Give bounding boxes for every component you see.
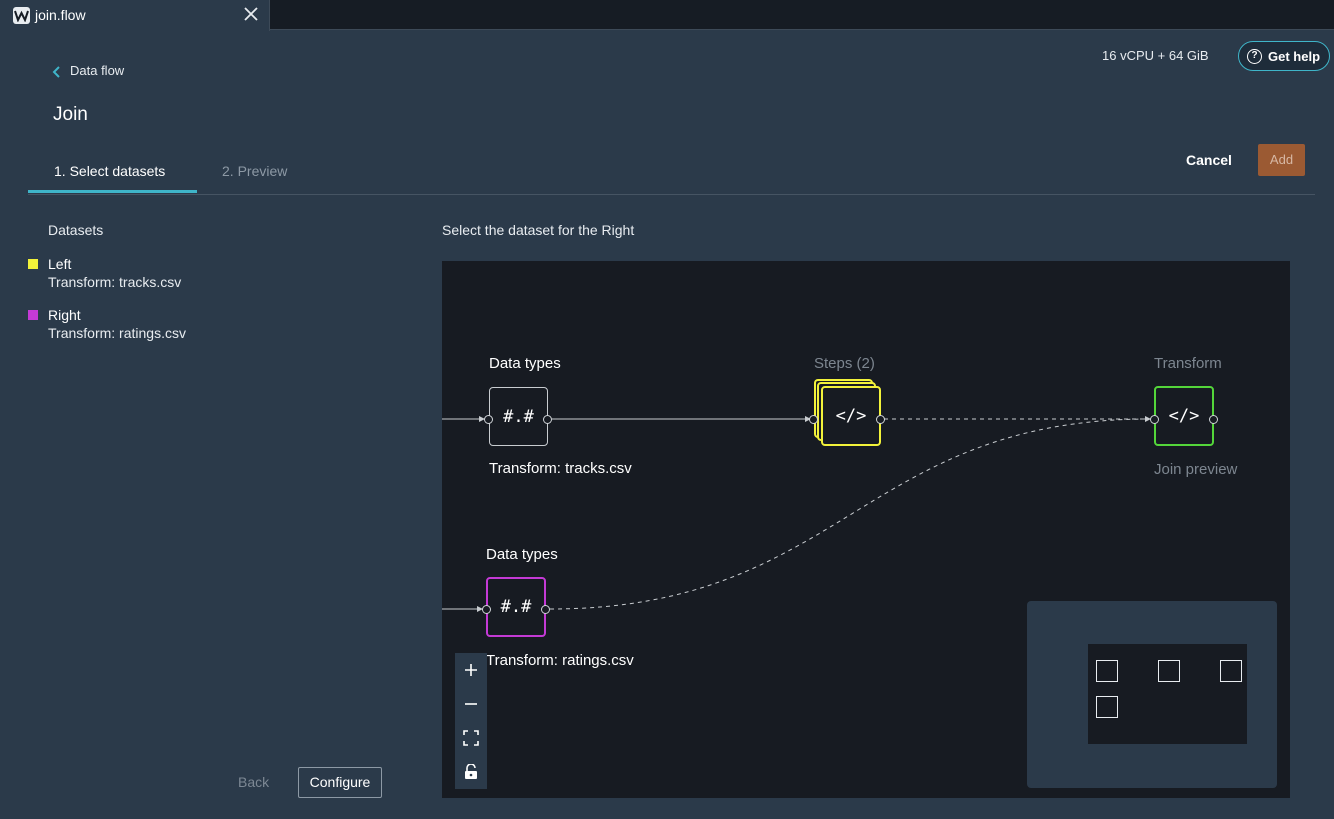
minimap-node <box>1158 660 1180 682</box>
input-port[interactable] <box>482 605 491 614</box>
back-link-label: Data flow <box>70 63 125 78</box>
input-port[interactable] <box>809 415 818 424</box>
fit-view-button[interactable] <box>455 721 487 755</box>
left-color-swatch <box>28 259 38 269</box>
file-tab[interactable]: join.flow <box>0 0 270 31</box>
output-port[interactable] <box>876 415 885 424</box>
canvas-caption: Select the dataset for the Right <box>442 222 635 238</box>
steps-node[interactable]: </> <box>821 386 881 446</box>
zoom-controls <box>455 653 487 789</box>
dataset-name: Right <box>48 307 81 323</box>
dataset-name: Left <box>48 256 72 272</box>
zoom-in-button[interactable] <box>455 653 487 687</box>
data-wrangler-logo-icon <box>13 7 30 24</box>
data-types-glyph: #.# <box>503 406 534 427</box>
minimap-node <box>1096 660 1118 682</box>
tab-preview[interactable]: 2. Preview <box>222 163 287 179</box>
code-icon: </> <box>1168 406 1200 426</box>
page-title: Join <box>53 104 88 125</box>
configure-button[interactable]: Configure <box>298 767 382 798</box>
get-help-button[interactable]: ? Get help <box>1238 41 1330 71</box>
unlock-icon <box>465 764 477 779</box>
tab-bar: join.flow <box>0 0 1334 31</box>
minimap[interactable] <box>1027 601 1277 788</box>
get-help-label: Get help <box>1268 49 1321 64</box>
transform-node[interactable]: </> <box>1154 386 1214 446</box>
output-port[interactable] <box>543 415 552 424</box>
instance-resources: 16 vCPU + 64 GiB <box>1102 48 1209 63</box>
minus-icon <box>465 703 477 705</box>
steps-label: Steps (2) <box>814 355 875 372</box>
lock-button[interactable] <box>455 755 487 789</box>
input-port[interactable] <box>484 415 493 424</box>
right-node-sublabel: Transform: ratings.csv <box>486 652 634 669</box>
minimap-viewport <box>1088 644 1247 744</box>
fit-view-icon <box>463 730 479 746</box>
chevron-left-icon <box>52 66 60 78</box>
right-data-types-label: Data types <box>486 546 558 563</box>
dataset-source: Transform: ratings.csv <box>48 325 186 341</box>
minimap-node <box>1096 696 1118 718</box>
right-color-swatch <box>28 310 38 320</box>
left-data-types-node[interactable]: #.# <box>489 387 548 446</box>
transform-sublabel: Join preview <box>1154 461 1238 478</box>
add-button[interactable]: Add <box>1258 144 1305 176</box>
dataset-source: Transform: tracks.csv <box>48 274 182 290</box>
left-data-types-label: Data types <box>489 355 561 372</box>
header-divider <box>28 194 1315 195</box>
question-icon: ? <box>1247 49 1262 64</box>
output-port[interactable] <box>541 605 550 614</box>
dataset-item-left[interactable]: Left Transform: tracks.csv <box>28 256 328 292</box>
minimap-node <box>1220 660 1242 682</box>
transform-label: Transform <box>1154 355 1222 372</box>
flow-canvas[interactable]: Data types #.# Transform: tracks.csv Ste… <box>442 261 1290 798</box>
output-port[interactable] <box>1209 415 1218 424</box>
input-port[interactable] <box>1150 415 1159 424</box>
dataset-item-right[interactable]: Right Transform: ratings.csv <box>28 307 328 343</box>
back-button[interactable]: Back <box>238 774 269 790</box>
active-tab-indicator <box>28 190 197 193</box>
tab-select-datasets[interactable]: 1. Select datasets <box>54 163 165 179</box>
cancel-button[interactable]: Cancel <box>1186 152 1232 168</box>
plus-icon <box>465 664 477 676</box>
close-icon[interactable] <box>242 5 260 23</box>
code-icon: </> <box>835 406 867 426</box>
zoom-out-button[interactable] <box>455 687 487 721</box>
right-data-types-node[interactable]: #.# <box>486 577 546 637</box>
data-types-glyph: #.# <box>500 597 532 617</box>
file-tab-label: join.flow <box>35 7 86 23</box>
left-node-sublabel: Transform: tracks.csv <box>489 460 632 477</box>
datasets-heading: Datasets <box>48 222 104 238</box>
